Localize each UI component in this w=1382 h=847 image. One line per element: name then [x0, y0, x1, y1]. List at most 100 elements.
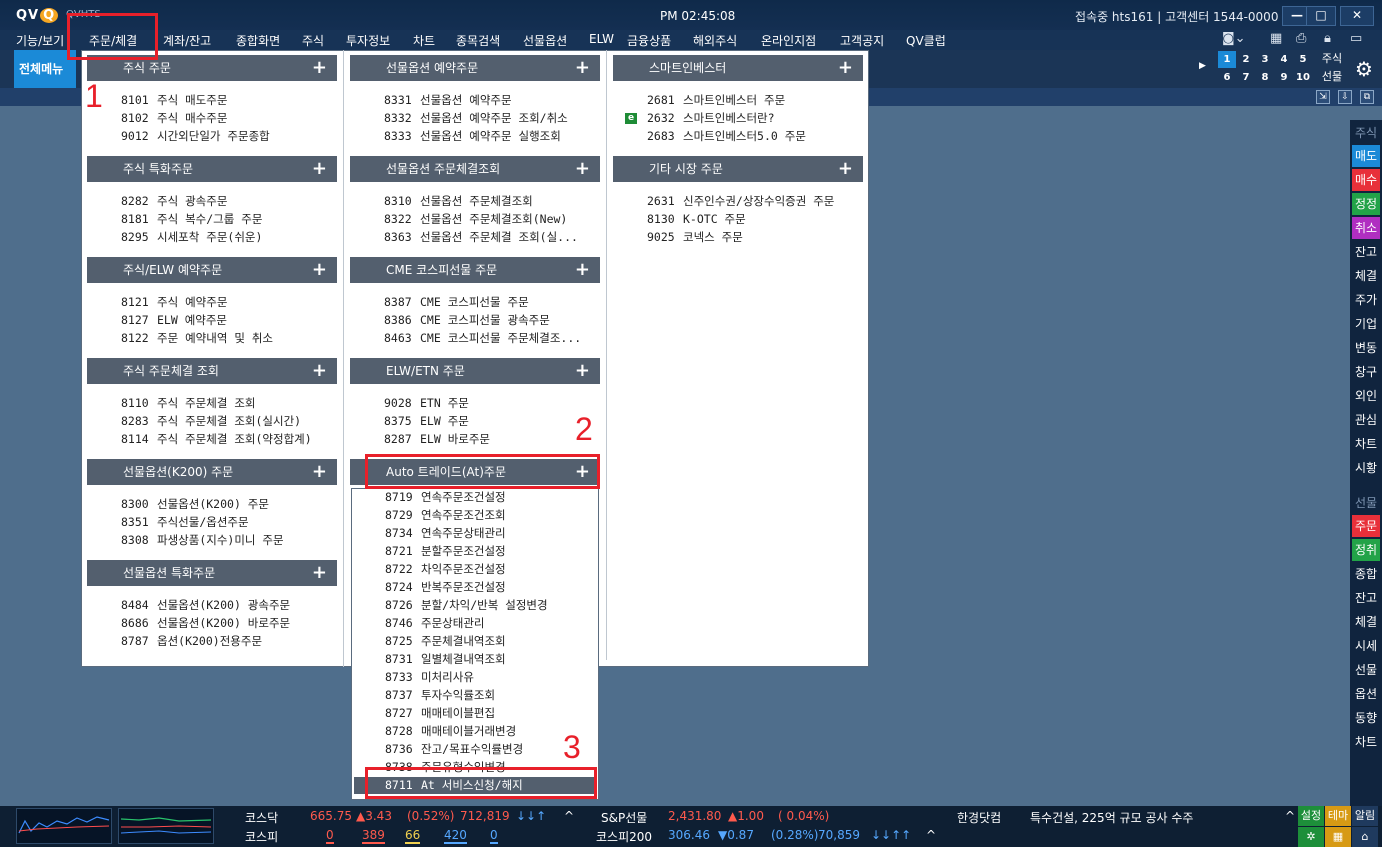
screen-10-button[interactable]: 10 [1294, 69, 1312, 86]
bell-icon[interactable]: ⌂ [1352, 827, 1378, 847]
menu-invest-info[interactable]: 투자정보 [346, 32, 390, 49]
submenu-entry[interactable]: 8722 차익주문조건설정 [385, 560, 506, 578]
menu-entry[interactable]: 8110 주식 주문체결 조회 [121, 394, 256, 412]
futures-tab[interactable]: 선물 [1317, 68, 1347, 86]
submenu-entry[interactable]: 8734 연속주문상태관리 [385, 524, 506, 542]
screen-1-button[interactable]: 1 [1218, 51, 1236, 68]
menu-entry[interactable]: 8375 ELW 주문 [384, 412, 469, 430]
menu-stock[interactable]: 주식 [302, 32, 324, 49]
expand-icon[interactable]: + [575, 156, 590, 182]
section-smart-investor[interactable]: 스마트인베스터 + [613, 55, 863, 81]
camera-icon[interactable]: ◙⌄ [1222, 31, 1246, 49]
close-button[interactable]: ✕ [1340, 6, 1374, 26]
section-futures-order[interactable]: 선물옵션(K200) 주문 + [87, 459, 337, 485]
expand-caret-icon[interactable]: ^ [1285, 809, 1295, 823]
menu-search[interactable]: 종목검색 [456, 32, 500, 49]
expand-icon[interactable]: + [575, 55, 590, 81]
sidebar-item-futures-chart[interactable]: 차트 [1352, 731, 1380, 753]
expand-icon[interactable]: + [575, 257, 590, 283]
sidebar-item-market[interactable]: 시황 [1352, 457, 1380, 479]
submenu-entry[interactable]: 8724 반복주문조건설정 [385, 578, 506, 596]
sidebar-item-futures[interactable]: 선물 [1352, 659, 1380, 681]
submenu-entry[interactable]: 8729 연속주문조건조회 [385, 506, 506, 524]
section-cme-order[interactable]: CME 코스피선물 주문 + [350, 257, 600, 283]
menu-entry[interactable]: 8308 파생상품(지수)미니 주문 [121, 531, 284, 549]
menu-overview[interactable]: 종합화면 [236, 32, 280, 49]
maximize-button[interactable]: □ [1306, 6, 1336, 26]
menu-entry[interactable]: 9012 시간외단일가 주문종합 [121, 127, 270, 145]
lock-icon[interactable]: 🔒︎ [1324, 31, 1331, 49]
section-stock-special-order[interactable]: 주식 특화주문 + [87, 156, 337, 182]
menu-entry[interactable]: 8332 선물옵션 예약주문 조회/취소 [384, 109, 568, 127]
submenu-entry[interactable]: 8727 매매테이블편집 [385, 704, 495, 722]
screen-8-button[interactable]: 8 [1256, 69, 1274, 86]
sidebar-item-sell[interactable]: 매도 [1352, 145, 1380, 167]
restore-icon[interactable]: ⇲ [1316, 90, 1330, 104]
sidebar-item-foreign[interactable]: 외인 [1352, 385, 1380, 407]
section-reservation-order[interactable]: 주식/ELW 예약주문 + [87, 257, 337, 283]
submenu-entry[interactable]: 8736 잔고/목표수익률변경 [385, 740, 523, 758]
sidebar-item-options[interactable]: 옵션 [1352, 683, 1380, 705]
menu-entry[interactable]: 8114 주식 주문체결 조회(약정합계) [121, 430, 312, 448]
section-elw-etn-order[interactable]: ELW/ETN 주문 + [350, 358, 600, 384]
calculator-icon[interactable]: ▦ [1270, 31, 1282, 49]
menu-entry[interactable]: 8287 ELW 바로주문 [384, 430, 490, 448]
screen-5-button[interactable]: 5 [1294, 51, 1312, 68]
submenu-entry[interactable]: 8731 일별체결내역조회 [385, 650, 506, 668]
menu-financial[interactable]: 금융상품 [627, 32, 671, 49]
download-icon[interactable]: ⇩ [1338, 90, 1352, 104]
menu-overseas[interactable]: 해외주식 [693, 32, 737, 49]
expand-icon[interactable]: + [838, 156, 853, 182]
menu-entry[interactable]: 8351 주식선물/옵션주문 [121, 513, 249, 531]
sidebar-item-futures-quote[interactable]: 시세 [1352, 635, 1380, 657]
section-other-market[interactable]: 기타 시장 주문 + [613, 156, 863, 182]
menu-account[interactable]: 계좌/잔고 [163, 32, 211, 49]
menu-entry[interactable]: 8300 선물옵션(K200) 주문 [121, 495, 269, 513]
screen-7-button[interactable]: 7 [1237, 69, 1255, 86]
menu-entry[interactable]: 8102 주식 매수주문 [121, 109, 227, 127]
sidebar-item-futures-modify[interactable]: 정취 [1352, 539, 1380, 561]
sidebar-item-buy[interactable]: 매수 [1352, 169, 1380, 191]
submenu-entry[interactable]: 8746 주문상태관리 [385, 614, 484, 632]
menu-entry[interactable]: 8686 선물옵션(K200) 바로주문 [121, 614, 290, 632]
menu-entry[interactable]: 8101 주식 매도주문 [121, 91, 227, 109]
submenu-entry[interactable]: 8725 주문체결내역조회 [385, 632, 506, 650]
sidebar-item-company[interactable]: 기업 [1352, 313, 1380, 335]
section-stock-execution[interactable]: 주식 주문체결 조회 + [87, 358, 337, 384]
menu-entry[interactable]: 8331 선물옵션 예약주문 [384, 91, 512, 109]
menu-entry[interactable]: 8333 선물옵션 예약주문 실행조회 [384, 127, 561, 145]
alert-button[interactable]: 알림 [1352, 806, 1378, 826]
submenu-entry[interactable]: 8737 투자수익률조회 [385, 686, 495, 704]
expand-icon[interactable]: + [312, 358, 327, 384]
menu-entry[interactable]: 8310 선물옵션 주문체결조회 [384, 192, 533, 210]
menu-view[interactable]: 기능/보기 [16, 32, 64, 49]
sidebar-item-futures-balance[interactable]: 잔고 [1352, 587, 1380, 609]
expand-icon[interactable]: + [312, 459, 327, 485]
expand-icon[interactable]: + [312, 156, 327, 182]
sidebar-item-price[interactable]: 주가 [1352, 289, 1380, 311]
sidebar-item-watchlist[interactable]: 관심 [1352, 409, 1380, 431]
screen-3-button[interactable]: 3 [1256, 51, 1274, 68]
kospi-mini-chart[interactable] [118, 808, 214, 844]
sidebar-item-balance[interactable]: 잔고 [1352, 241, 1380, 263]
expand-icon[interactable]: + [575, 358, 590, 384]
menu-entry[interactable]: 8283 주식 주문체결 조회(실시간) [121, 412, 301, 430]
menu-entry[interactable]: 8130 K-OTC 주문 [647, 210, 746, 228]
menu-entry[interactable]: 2631 신주인수권/상장수익증권 주문 [647, 192, 834, 210]
menu-entry[interactable]: 8121 주식 예약주문 [121, 293, 227, 311]
menu-online-branch[interactable]: 온라인지점 [761, 32, 816, 49]
menu-entry[interactable]: 8386 CME 코스피선물 광속주문 [384, 311, 550, 329]
stock-tab[interactable]: 주식 [1317, 50, 1347, 68]
expand-caret-icon[interactable]: ^ [564, 809, 574, 823]
gear-icon[interactable]: ⚙ [1351, 56, 1377, 82]
grid-icon[interactable]: ▦ [1325, 827, 1351, 847]
expand-icon[interactable]: + [312, 257, 327, 283]
expand-icon[interactable]: + [312, 55, 327, 81]
menu-entry[interactable]: 8282 주식 광속주문 [121, 192, 227, 210]
menu-qvclub[interactable]: QV클럽 [906, 32, 946, 49]
menu-entry[interactable]: 2632 스마트인베스터란? [647, 109, 775, 127]
sidebar-item-chart[interactable]: 차트 [1352, 433, 1380, 455]
section-futures-execution[interactable]: 선물옵션 주문체결조회 + [350, 156, 600, 182]
section-futures-special[interactable]: 선물옵션 특화주문 + [87, 560, 337, 586]
expand-caret-icon[interactable]: ^ [926, 828, 936, 842]
